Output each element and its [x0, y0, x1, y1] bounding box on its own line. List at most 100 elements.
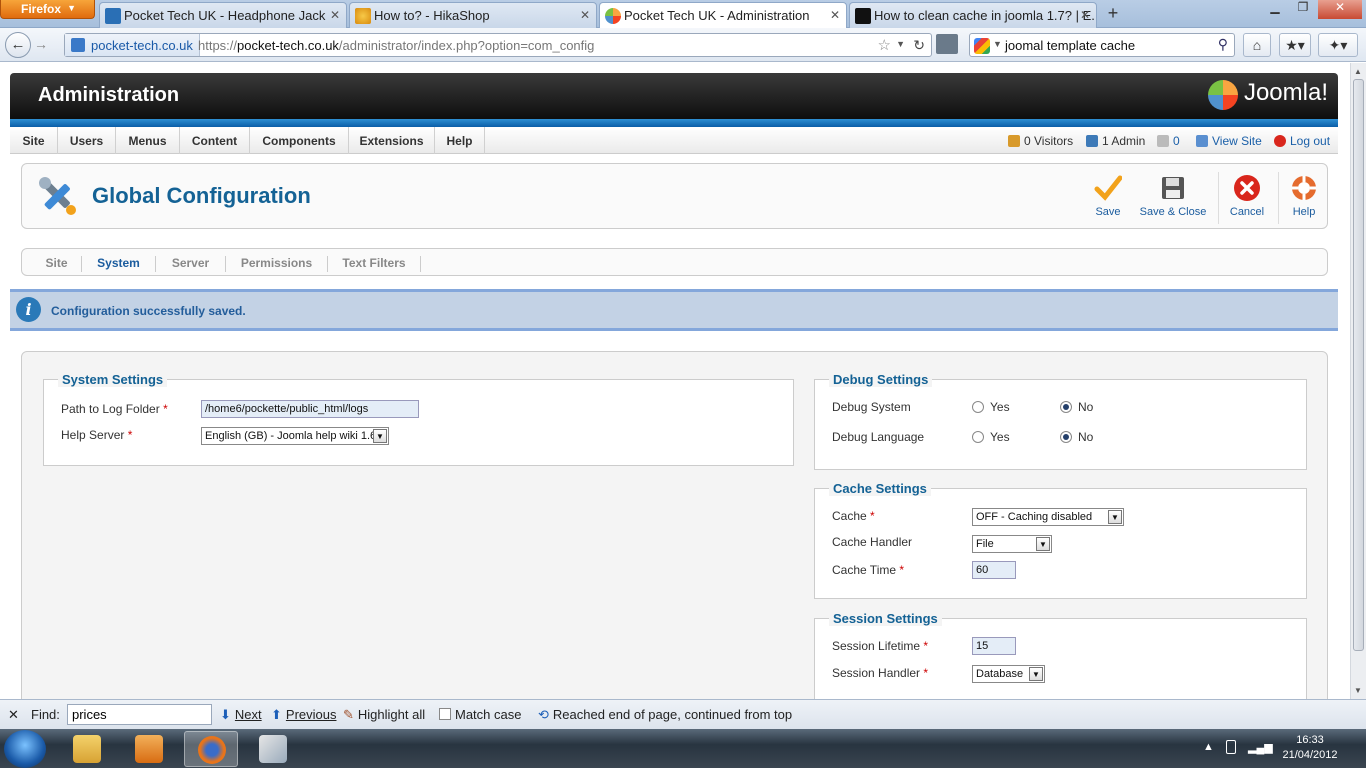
- highlight-all-button[interactable]: ✎ Highlight all: [343, 707, 425, 723]
- close-tab-icon[interactable]: ✕: [1080, 8, 1090, 22]
- cache-handler-select[interactable]: File ▼: [972, 535, 1052, 553]
- menu-site[interactable]: Site: [10, 127, 58, 154]
- log-path-label-text: Path to Log Folder: [61, 402, 160, 416]
- debug-language-yes-label: Yes: [990, 430, 1010, 444]
- cache-handler-value: File: [976, 538, 994, 550]
- menu-extensions[interactable]: Extensions: [349, 127, 435, 154]
- help-button[interactable]: Help: [1288, 174, 1320, 220]
- folder-icon: [73, 735, 101, 763]
- windows-taskbar: ▲ ▂▄▆ 16:33 21/04/2012: [0, 729, 1366, 768]
- system-settings-fieldset: System Settings Path to Log Folder * Hel…: [43, 372, 794, 466]
- visitors-icon: [1008, 135, 1020, 147]
- tab-site[interactable]: Site: [32, 256, 82, 272]
- scrollbar-thumb[interactable]: [1353, 79, 1364, 651]
- messages-status[interactable]: 0: [1157, 134, 1180, 148]
- view-site-link[interactable]: View Site: [1196, 134, 1262, 148]
- cache-time-input[interactable]: [972, 561, 1016, 579]
- session-lifetime-input[interactable]: [972, 637, 1016, 655]
- paint-icon: [259, 735, 287, 763]
- addons-button[interactable]: ✦▾: [1318, 33, 1358, 57]
- session-handler-select[interactable]: Database ▼: [972, 665, 1045, 683]
- tab-permissions[interactable]: Permissions: [226, 256, 328, 272]
- arrow-up-icon: ⬆: [271, 707, 282, 722]
- tab-system[interactable]: System: [82, 256, 156, 272]
- start-button[interactable]: [4, 730, 46, 768]
- firefox-menu-button[interactable]: Firefox ▼: [0, 0, 95, 19]
- menu-components[interactable]: Components: [250, 127, 349, 154]
- find-previous-button[interactable]: ⬆ Previous: [271, 707, 336, 723]
- search-input[interactable]: joomal template cache: [1005, 38, 1135, 53]
- maximize-window-button[interactable]: ❐: [1290, 0, 1316, 19]
- help-server-label-text: Help Server: [61, 428, 125, 442]
- debug-settings-legend: Debug Settings: [829, 372, 933, 387]
- home-button[interactable]: ⌂: [1243, 33, 1271, 57]
- debug-system-yes-radio[interactable]: [972, 401, 984, 413]
- log-path-input[interactable]: [201, 400, 419, 418]
- save-close-button[interactable]: Save & Close: [1138, 174, 1208, 220]
- bookmark-star-icon[interactable]: ☆: [878, 36, 891, 54]
- taskbar-media-player[interactable]: [122, 731, 176, 767]
- downloads-icon[interactable]: [936, 34, 958, 54]
- required-mark: *: [163, 402, 168, 416]
- close-find-bar-icon[interactable]: ✕: [8, 707, 19, 723]
- url-text[interactable]: https://pocket-tech.co.uk/administrator/…: [198, 38, 594, 53]
- url-bar[interactable]: pocket-tech.co.uk https://pocket-tech.co…: [64, 33, 932, 57]
- menu-help[interactable]: Help: [435, 127, 485, 154]
- browser-tab-hikashop[interactable]: How to? - HikaShop ✕: [349, 2, 597, 28]
- floppy-disk-icon: [1162, 177, 1184, 199]
- search-icon[interactable]: ⚲: [1218, 36, 1228, 53]
- browser-tab-clean-cache[interactable]: How to clean cache in joomla 1.7? | E...…: [849, 2, 1097, 28]
- debug-language-no-radio[interactable]: [1060, 431, 1072, 443]
- required-mark: *: [127, 428, 133, 442]
- network-signal-icon[interactable]: ▂▄▆: [1248, 741, 1273, 754]
- find-next-button[interactable]: ⬇ Next: [220, 707, 262, 723]
- back-button[interactable]: ←: [5, 32, 31, 58]
- show-hidden-icons[interactable]: ▲: [1203, 741, 1214, 753]
- close-tab-icon[interactable]: ✕: [330, 8, 340, 22]
- match-case-checkbox[interactable]: Match case: [439, 707, 521, 722]
- find-input[interactable]: [67, 704, 212, 725]
- save-button[interactable]: Save: [1090, 174, 1126, 220]
- cancel-icon: [1234, 175, 1260, 201]
- tab-text-filters[interactable]: Text Filters: [328, 256, 421, 272]
- menu-menus[interactable]: Menus: [116, 127, 180, 154]
- cache-select[interactable]: OFF - Caching disabled ▼: [972, 508, 1124, 526]
- url-history-dropdown-icon[interactable]: ▼: [896, 39, 905, 49]
- menu-content[interactable]: Content: [180, 127, 250, 154]
- reload-icon[interactable]: ↻: [913, 37, 925, 54]
- forward-button[interactable]: →: [34, 36, 48, 52]
- tab-server[interactable]: Server: [156, 256, 226, 272]
- taskbar-paint[interactable]: [246, 731, 300, 767]
- cancel-button[interactable]: Cancel: [1227, 174, 1267, 220]
- logout-link[interactable]: Log out: [1274, 134, 1330, 148]
- scroll-down-icon[interactable]: ▼: [1354, 686, 1362, 695]
- site-identity-button[interactable]: pocket-tech.co.uk: [65, 34, 200, 56]
- browser-tab-headphone-jack[interactable]: Pocket Tech UK - Headphone Jack ✕: [99, 2, 347, 28]
- taskbar-explorer[interactable]: [60, 731, 114, 767]
- toolbar-divider: [1278, 172, 1279, 224]
- minimize-window-button[interactable]: ▁: [1262, 0, 1288, 19]
- battery-icon[interactable]: [1226, 740, 1236, 754]
- help-server-select[interactable]: English (GB) - Joomla help wiki 1.6 ▼: [201, 427, 389, 445]
- browser-tab-administration[interactable]: Pocket Tech UK - Administration ✕: [599, 2, 847, 29]
- debug-language-yes-radio[interactable]: [972, 431, 984, 443]
- search-bar[interactable]: ▼ joomal template cache ⚲: [969, 33, 1235, 57]
- taskbar-firefox[interactable]: [184, 731, 238, 767]
- scroll-up-icon[interactable]: ▲: [1354, 67, 1362, 76]
- bookmarks-button[interactable]: ★▾: [1279, 33, 1311, 57]
- close-tab-icon[interactable]: ✕: [830, 8, 840, 22]
- new-tab-button[interactable]: +: [1100, 3, 1126, 25]
- system-settings-legend: System Settings: [58, 372, 168, 387]
- cache-time-label-text: Cache Time: [832, 563, 897, 577]
- cache-settings-fieldset: Cache Settings Cache * OFF - Caching dis…: [814, 481, 1307, 599]
- search-engine-dropdown-icon[interactable]: ▼: [993, 39, 1002, 49]
- page-scrollbar[interactable]: ▲ ▼: [1350, 63, 1366, 699]
- debug-system-no-radio[interactable]: [1060, 401, 1072, 413]
- menu-users[interactable]: Users: [58, 127, 116, 154]
- find-status-text: Reached end of page, continued from top: [552, 707, 793, 722]
- close-tab-icon[interactable]: ✕: [580, 8, 590, 22]
- session-settings-fieldset: Session Settings Session Lifetime * Sess…: [814, 611, 1307, 699]
- google-engine-icon[interactable]: [974, 38, 990, 54]
- close-window-button[interactable]: ✕: [1318, 0, 1362, 19]
- taskbar-clock[interactable]: 16:33 21/04/2012: [1278, 733, 1342, 763]
